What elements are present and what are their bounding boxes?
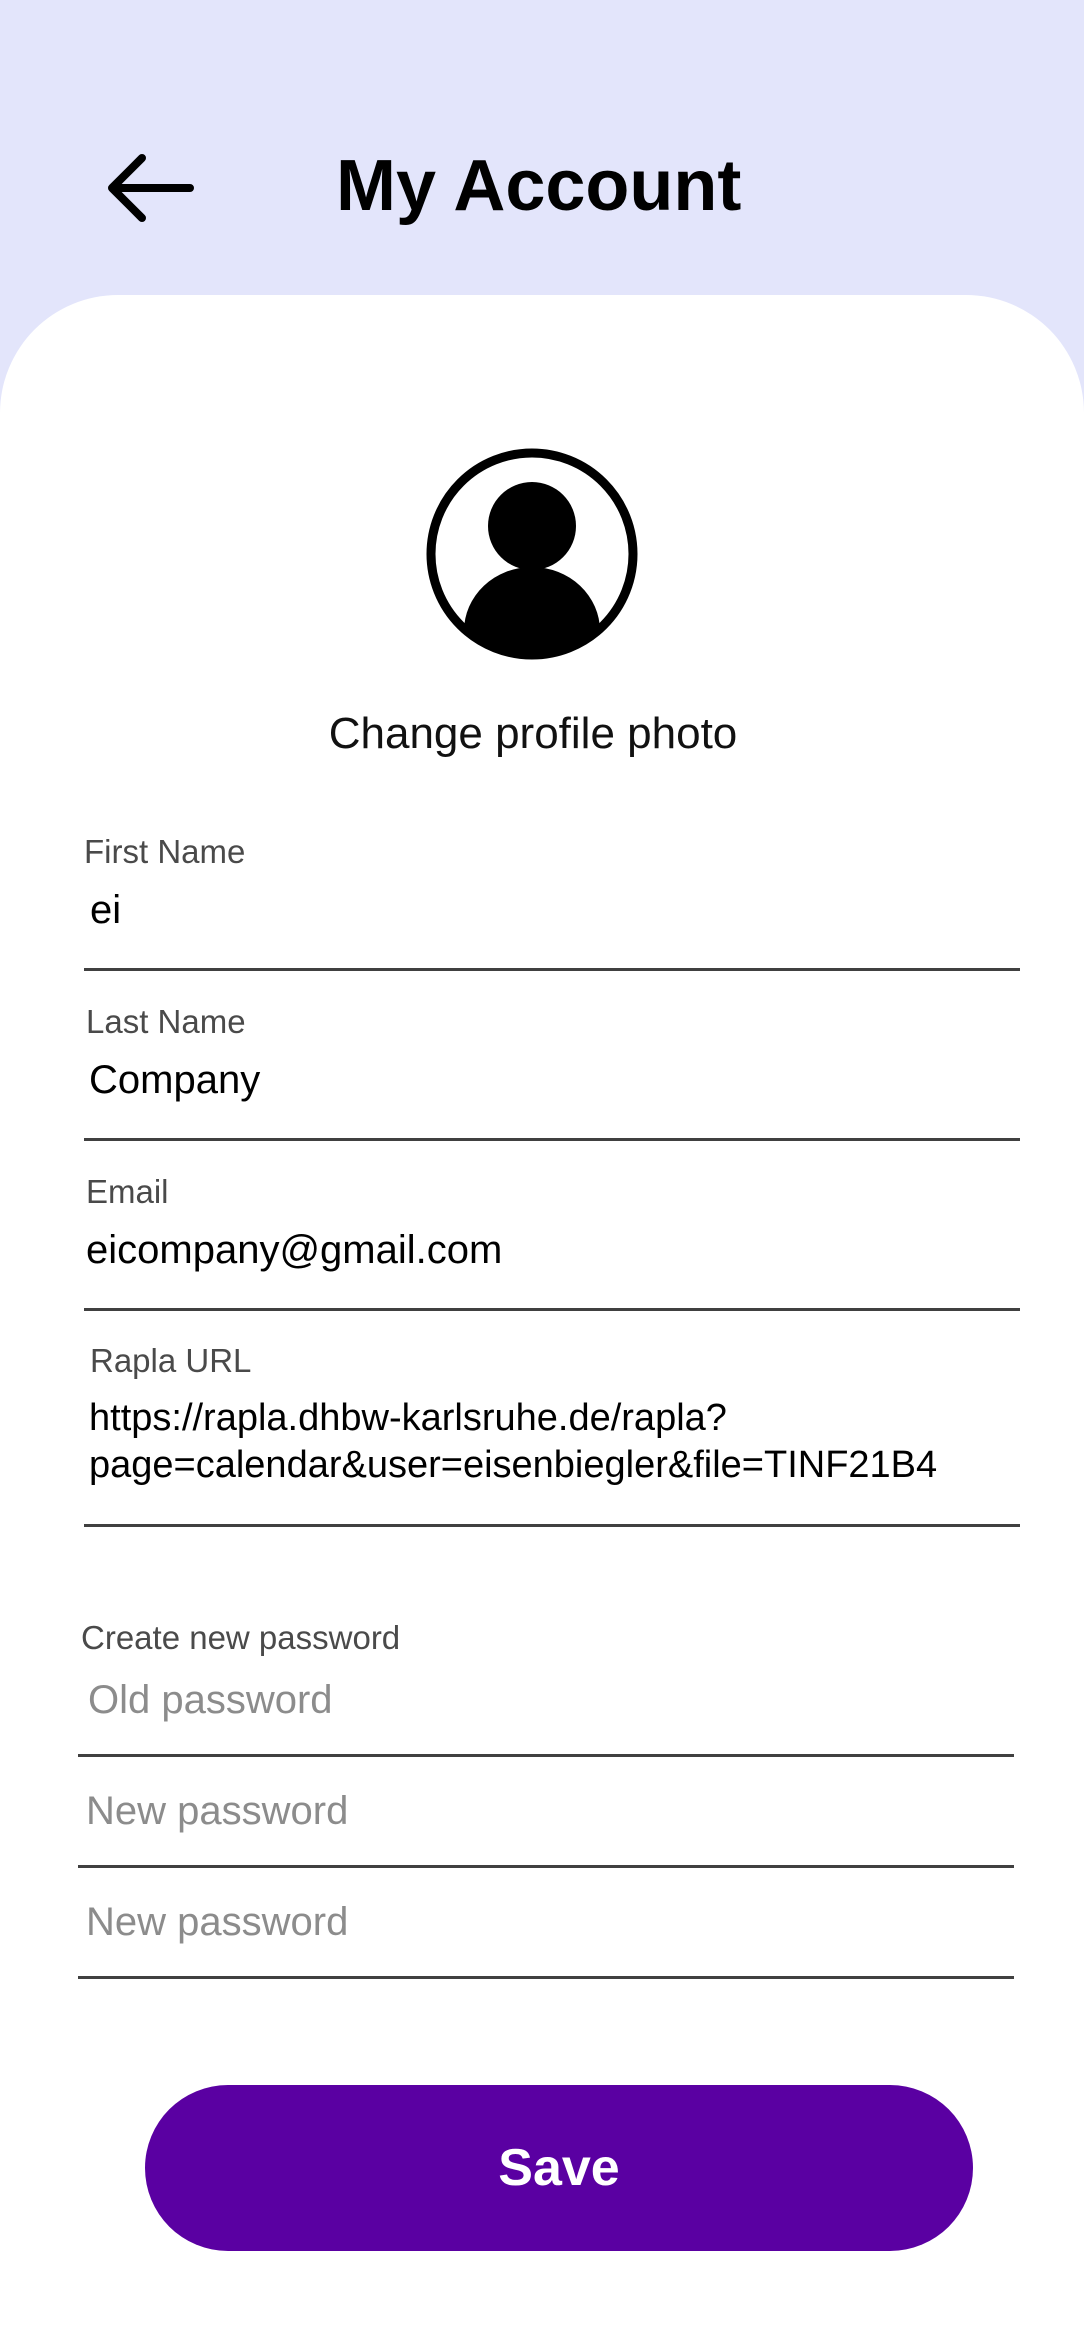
rapla-url-label: Rapla URL <box>90 1342 252 1379</box>
page-title: My Account <box>336 146 742 226</box>
first-name-label: First Name <box>84 833 246 870</box>
first-name-field: First Name <box>84 832 1026 971</box>
email-label: Email <box>86 1173 169 1210</box>
old-password-input[interactable] <box>78 1672 1024 1728</box>
arrow-left-icon[interactable] <box>104 148 196 228</box>
create-password-label: Create new password <box>81 1619 401 1656</box>
new-password-field <box>78 1783 1022 1868</box>
old-password-field <box>78 1672 1024 1757</box>
last-name-label: Last Name <box>86 1003 246 1040</box>
user-avatar-icon[interactable] <box>424 446 640 662</box>
email-field: Email <box>84 1172 1022 1311</box>
first-name-input[interactable] <box>84 882 1026 938</box>
rapla-url-input[interactable]: https://rapla.dhbw-karlsruhe.de/rapla? p… <box>84 1395 1025 1491</box>
new-password-input[interactable] <box>78 1783 1022 1839</box>
last-name-field: Last Name <box>84 1002 1025 1141</box>
last-name-input[interactable] <box>84 1052 1025 1108</box>
save-button[interactable]: Save <box>145 2085 973 2251</box>
confirm-password-field <box>78 1894 1022 1979</box>
email-input[interactable] <box>84 1222 1022 1278</box>
rapla-url-field: Rapla URL https://rapla.dhbw-karlsruhe.d… <box>84 1341 1025 1527</box>
app-header: My Account <box>0 0 1084 300</box>
change-profile-photo-link[interactable]: Change profile photo <box>0 706 1066 762</box>
confirm-password-input[interactable] <box>78 1894 1022 1950</box>
